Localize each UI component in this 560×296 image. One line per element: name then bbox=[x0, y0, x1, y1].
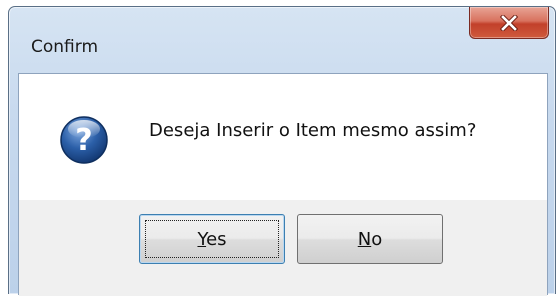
svg-text:?: ? bbox=[75, 123, 92, 158]
message-area: ? Deseja Inserir o Item mesmo assim? bbox=[19, 74, 547, 200]
confirm-dialog: Confirm ? Deseja Inserir o Item mesmo as… bbox=[8, 6, 556, 296]
no-button-label: No bbox=[357, 228, 383, 250]
close-icon bbox=[500, 14, 518, 31]
question-icon: ? bbox=[60, 116, 108, 164]
close-button[interactable] bbox=[469, 7, 549, 39]
button-bar: Yes No bbox=[19, 200, 547, 296]
dialog-message: Deseja Inserir o Item mesmo assim? bbox=[149, 120, 477, 141]
title-bar[interactable]: Confirm bbox=[9, 7, 555, 71]
dialog-client-area: ? Deseja Inserir o Item mesmo assim? Yes… bbox=[18, 73, 548, 296]
window-title: Confirm bbox=[31, 37, 99, 57]
yes-button[interactable]: Yes bbox=[139, 214, 285, 264]
yes-button-label: Yes bbox=[197, 228, 227, 250]
no-button[interactable]: No bbox=[297, 214, 443, 264]
